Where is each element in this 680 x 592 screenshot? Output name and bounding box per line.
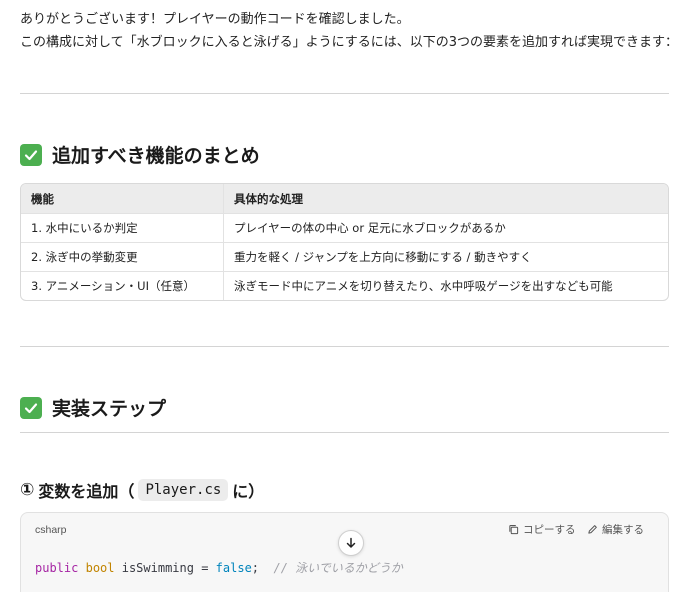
step-number: ① [20, 480, 35, 500]
code-literal: false [215, 561, 252, 575]
divider [20, 346, 669, 347]
code-comment: // 泳いでいるかどうか [273, 561, 403, 575]
copy-label: コピーする [523, 524, 576, 536]
section-heading-steps: 実装ステップ [20, 394, 166, 421]
intro-line-2: この構成に対して「水ブロックに入ると泳げる」ようにするには、以下の3つの要素を追… [20, 35, 679, 50]
table-header-cell: 具体的な処理 [234, 191, 303, 206]
table-cell: 1. 水中にいるか判定 [21, 214, 224, 242]
section-title: 実装ステップ [52, 398, 167, 420]
code-identifier: isSwimming [121, 561, 194, 575]
code-keyword: public [35, 561, 79, 575]
divider [20, 93, 669, 94]
step-title: 変数を追加 [38, 482, 119, 501]
step-paren: （ [118, 482, 135, 501]
table-cell: 3. アニメーション・UI（任意） [21, 272, 224, 300]
copy-button[interactable]: コピーする [508, 522, 576, 537]
step-suffix: に） [232, 482, 265, 501]
copy-icon [509, 525, 519, 535]
code-block: csharp コピーする 編集する public bool isSwimming… [20, 512, 669, 592]
code-line: public bool isSwimming = false; // 泳いでいる… [35, 559, 403, 576]
inline-code: Player.cs [138, 479, 229, 501]
summary-table: 機能 具体的な処理 1. 水中にいるか判定 プレイヤーの体の中心 or 足元に水… [20, 183, 669, 301]
table-row: 3. アニメーション・UI（任意） 泳ぎモード中にアニメを切り替えたり、水中呼吸… [21, 271, 668, 300]
table-header-cell: 機能 [21, 184, 224, 213]
check-icon [20, 396, 42, 419]
table-row: 2. 泳ぎ中の挙動変更 重力を軽く / ジャンプを上方向に移動にする / 動きや… [21, 242, 668, 271]
section-heading-summary: 追加すべき機能のまとめ [20, 141, 260, 168]
scroll-down-button[interactable] [338, 530, 364, 556]
intro-text: ありがとうございます！プレイヤーの動作コードを確認しました。 この構成に対して「… [20, 8, 678, 54]
code-semicolon: ; [251, 561, 260, 575]
table-cell: 重力を軽く / ジャンプを上方向に移動にする / 動きやすく [234, 250, 532, 264]
code-type: bool [85, 561, 115, 575]
divider [20, 432, 669, 433]
table-row: 1. 水中にいるか判定 プレイヤーの体の中心 or 足元に水ブロックがあるか [21, 213, 668, 242]
arrow-down-icon [346, 537, 356, 548]
edit-icon [588, 525, 597, 534]
step-heading: ① 変数を追加 （ Player.cs に） [20, 478, 264, 502]
code-language-label: csharp [35, 524, 67, 536]
table-header-row: 機能 具体的な処理 [21, 184, 668, 213]
check-icon [20, 143, 42, 166]
intro-line-1: ありがとうございます！プレイヤーの動作コードを確認しました。 [20, 12, 410, 27]
code-operator: = [193, 561, 216, 575]
edit-button[interactable]: 編集する [587, 522, 644, 537]
table-cell: プレイヤーの体の中心 or 足元に水ブロックがあるか [234, 221, 506, 235]
table-cell: 泳ぎモード中にアニメを切り替えたり、水中呼吸ゲージを出すなども可能 [234, 279, 613, 293]
table-cell: 2. 泳ぎ中の挙動変更 [21, 243, 224, 271]
edit-label: 編集する [602, 524, 644, 536]
section-title: 追加すべき機能のまとめ [52, 145, 260, 167]
